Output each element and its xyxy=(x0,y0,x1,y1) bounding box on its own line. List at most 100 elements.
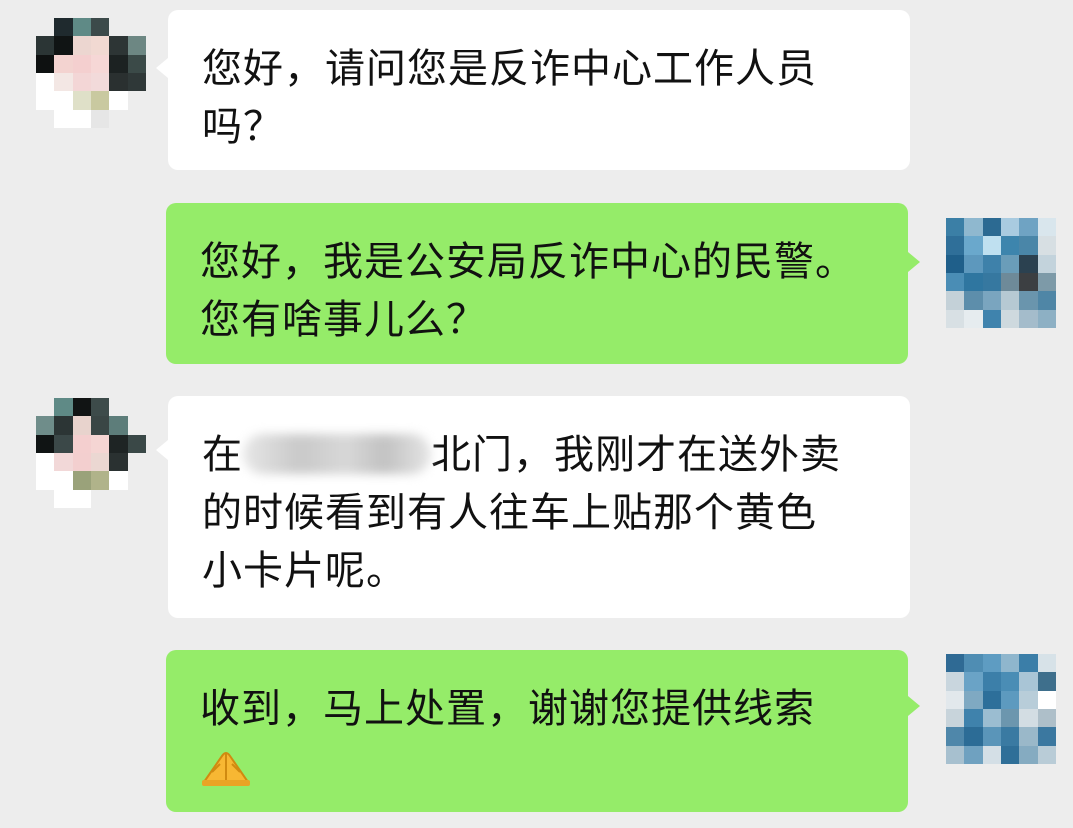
avatar-pixel xyxy=(982,309,1001,328)
avatar-pixel xyxy=(36,471,55,490)
avatar-pixel xyxy=(91,416,110,435)
avatar-pixel xyxy=(1019,690,1038,709)
avatar-pixel xyxy=(964,654,983,673)
self-avatar[interactable] xyxy=(946,218,1056,328)
message-text-line: 在 北门，我刚才在送外卖 xyxy=(202,426,878,484)
avatar-pixel xyxy=(72,453,91,472)
avatar-pixel xyxy=(54,471,73,490)
avatar-pixel xyxy=(91,91,110,110)
avatar-pixel xyxy=(946,690,965,709)
avatar-pixel xyxy=(127,398,146,417)
avatar-pixel xyxy=(72,109,91,128)
avatar-pixel xyxy=(1037,236,1056,255)
message-bubble-outgoing[interactable]: 您好，我是公安局反诈中心的民警。 您有啥事儿么？ xyxy=(166,203,908,364)
avatar-pixel xyxy=(982,236,1001,255)
avatar-pixel xyxy=(1037,273,1056,292)
avatar-pixel xyxy=(964,254,983,273)
avatar-pixel xyxy=(1037,254,1056,273)
avatar-pixel xyxy=(1019,236,1038,255)
avatar-pixel xyxy=(109,471,128,490)
avatar-pixel xyxy=(1037,709,1056,728)
contact-avatar[interactable] xyxy=(36,398,146,508)
avatar-pixel xyxy=(964,727,983,746)
avatar-pixel xyxy=(36,453,55,472)
avatar-pixel xyxy=(1001,218,1020,237)
avatar-pixel xyxy=(946,291,965,310)
avatar-pixel xyxy=(36,489,55,508)
avatar-pixel xyxy=(72,36,91,55)
avatar-pixel xyxy=(1019,218,1038,237)
avatar-pixel xyxy=(982,654,1001,673)
avatar-pixel xyxy=(127,489,146,508)
avatar-pixel xyxy=(91,109,110,128)
avatar-pixel xyxy=(982,745,1001,764)
avatar-pixel xyxy=(1001,291,1020,310)
avatar-pixel xyxy=(946,727,965,746)
avatar-pixel xyxy=(127,453,146,472)
avatar-pixel xyxy=(1001,309,1020,328)
avatar-pixel xyxy=(1037,672,1056,691)
avatar-pixel xyxy=(1019,254,1038,273)
message-bubble-incoming[interactable]: 在 北门，我刚才在送外卖 的时候看到有人往车上贴那个黄色 小卡片呢。 xyxy=(168,396,910,618)
avatar-pixel xyxy=(127,18,146,37)
avatar-pixel xyxy=(72,471,91,490)
avatar-pixel xyxy=(964,672,983,691)
avatar-pixel xyxy=(1001,273,1020,292)
avatar-pixel xyxy=(72,73,91,92)
avatar-pixel xyxy=(36,416,55,435)
avatar-pixel xyxy=(1001,654,1020,673)
avatar-pixel xyxy=(72,91,91,110)
contact-avatar[interactable] xyxy=(36,18,146,128)
avatar-pixel xyxy=(54,489,73,508)
avatar-pixel xyxy=(964,709,983,728)
avatar-pixel xyxy=(982,672,1001,691)
avatar-pixel xyxy=(91,489,110,508)
avatar-pixel xyxy=(91,453,110,472)
avatar-pixel xyxy=(54,453,73,472)
avatar-pixel xyxy=(72,398,91,417)
avatar-pixel xyxy=(36,109,55,128)
avatar-pixel xyxy=(1001,236,1020,255)
self-avatar[interactable] xyxy=(946,654,1056,764)
message-text-fragment: 在 xyxy=(202,432,243,478)
avatar-pixel xyxy=(109,398,128,417)
avatar-pixel xyxy=(54,73,73,92)
avatar-pixel xyxy=(946,672,965,691)
avatar-pixel xyxy=(946,236,965,255)
avatar-pixel xyxy=(982,727,1001,746)
avatar-pixel xyxy=(1001,745,1020,764)
avatar-pixel xyxy=(91,54,110,73)
avatar-pixel xyxy=(1019,654,1038,673)
avatar-pixel xyxy=(36,54,55,73)
avatar-pixel xyxy=(1037,291,1056,310)
avatar-pixel xyxy=(127,471,146,490)
message-text-line: 您有啥事儿么？ xyxy=(200,297,487,343)
avatar-pixel xyxy=(946,745,965,764)
avatar-pixel xyxy=(946,309,965,328)
avatar-pixel xyxy=(127,91,146,110)
avatar-pixel xyxy=(1019,273,1038,292)
avatar-pixel xyxy=(964,291,983,310)
avatar-pixel xyxy=(72,434,91,453)
avatar-pixel xyxy=(127,109,146,128)
message-text-line: 收到，马上处置，谢谢您提供线索 xyxy=(200,686,815,732)
avatar-pixel xyxy=(946,709,965,728)
bubble-tail xyxy=(156,440,168,460)
message-bubble-incoming[interactable]: 您好，请问您是反诈中心工作人员 吗？ xyxy=(168,10,910,170)
avatar-pixel xyxy=(1019,672,1038,691)
avatar-pixel xyxy=(109,109,128,128)
avatar-pixel xyxy=(964,309,983,328)
avatar-pixel xyxy=(72,18,91,37)
message-text-line: 小卡片呢。 xyxy=(202,548,407,594)
avatar-pixel xyxy=(127,416,146,435)
avatar-pixel xyxy=(1019,727,1038,746)
avatar-pixel xyxy=(109,73,128,92)
avatar-pixel xyxy=(1019,291,1038,310)
avatar-pixel xyxy=(91,471,110,490)
avatar-pixel xyxy=(1001,254,1020,273)
message-bubble-outgoing[interactable]: 收到，马上处置，谢谢您提供线索 xyxy=(166,650,908,812)
avatar-pixel xyxy=(964,218,983,237)
avatar-pixel xyxy=(946,654,965,673)
bubble-tail xyxy=(156,58,168,78)
bubble-tail xyxy=(908,696,920,716)
